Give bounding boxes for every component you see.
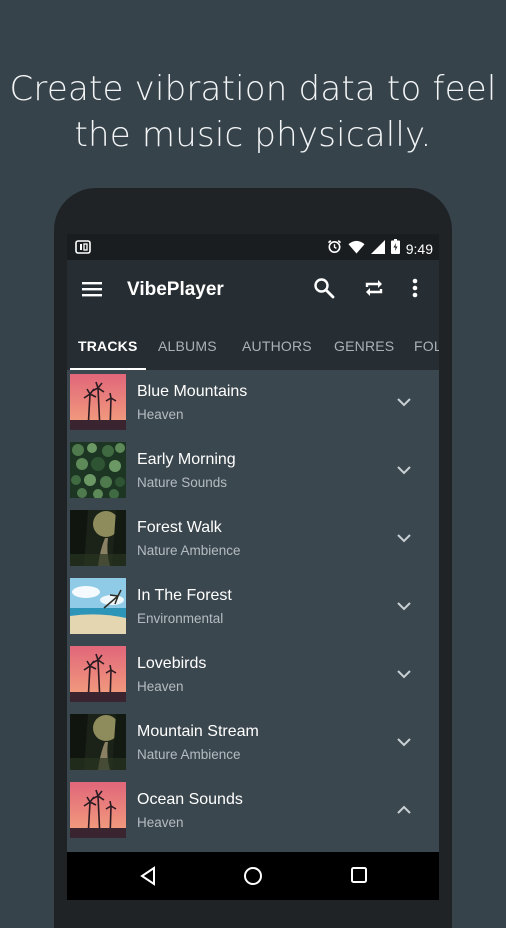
album-art xyxy=(70,646,126,702)
battery-icon xyxy=(390,239,400,259)
track-artist: Heaven xyxy=(137,815,184,830)
track-title: Blue Mountains xyxy=(137,383,248,400)
tab-bar: TRACKS ALBUMS AUTHORS GENRES FOL xyxy=(67,318,439,370)
track-title: Early Morning xyxy=(137,451,236,468)
recents-icon[interactable] xyxy=(350,866,368,889)
track-list: Blue Mountains Heaven Early Morning Natu… xyxy=(67,370,439,846)
app-bar: VibePlayer xyxy=(67,260,439,318)
home-icon[interactable] xyxy=(243,866,263,891)
track-row[interactable]: Ocean Sounds Heaven xyxy=(67,778,439,846)
chevron-down-icon[interactable] xyxy=(396,462,412,480)
track-artist: Nature Sounds xyxy=(137,475,228,490)
album-art xyxy=(70,782,126,838)
track-title: Ocean Sounds xyxy=(137,791,243,808)
tab-genres[interactable]: GENRES xyxy=(334,338,394,354)
album-art xyxy=(70,510,126,566)
chevron-down-icon[interactable] xyxy=(396,734,412,752)
chevron-down-icon[interactable] xyxy=(396,530,412,548)
notification-icon xyxy=(75,240,91,259)
search-icon[interactable] xyxy=(313,277,335,304)
tab-authors[interactable]: AUTHORS xyxy=(242,338,312,354)
signal-icon xyxy=(370,239,385,259)
alarm-icon xyxy=(327,239,342,259)
tab-tracks[interactable]: TRACKS xyxy=(78,338,138,354)
back-icon[interactable] xyxy=(139,866,157,891)
album-art xyxy=(70,714,126,770)
more-vert-icon[interactable] xyxy=(411,277,419,304)
headline-line-2: the music physically. xyxy=(74,115,432,155)
menu-icon[interactable] xyxy=(81,280,103,303)
system-nav-bar xyxy=(67,852,439,900)
track-row[interactable]: Forest Walk Nature Ambience xyxy=(67,506,439,574)
promo-headline: Create vibration data to feel the music … xyxy=(0,66,506,158)
track-row[interactable]: In The Forest Environmental xyxy=(67,574,439,642)
track-row[interactable]: Mountain Stream Nature Ambience xyxy=(67,710,439,778)
repeat-icon[interactable] xyxy=(363,277,385,304)
tab-albums[interactable]: ALBUMS xyxy=(158,338,217,354)
chevron-up-icon[interactable] xyxy=(396,802,412,820)
phone-screen: 9:49 VibePlayer TRACKS ALBUMS AUTHORS GE… xyxy=(67,234,439,900)
app-title: VibePlayer xyxy=(127,279,224,300)
chevron-down-icon[interactable] xyxy=(396,598,412,616)
chevron-down-icon[interactable] xyxy=(396,394,412,412)
status-bar: 9:49 xyxy=(67,234,439,260)
track-artist: Heaven xyxy=(137,679,184,694)
track-artist: Environmental xyxy=(137,611,224,626)
chevron-down-icon[interactable] xyxy=(396,666,412,684)
track-artist: Heaven xyxy=(137,407,184,422)
track-artist: Nature Ambience xyxy=(137,543,241,558)
status-time: 9:49 xyxy=(405,241,433,257)
track-title: In The Forest xyxy=(137,587,232,604)
track-row[interactable]: Lovebirds Heaven xyxy=(67,642,439,710)
album-art xyxy=(70,374,126,430)
track-title: Forest Walk xyxy=(137,519,222,536)
track-title: Lovebirds xyxy=(137,655,207,672)
album-art xyxy=(70,578,126,634)
wifi-icon xyxy=(348,240,365,259)
headline-line-1: Create vibration data to feel xyxy=(9,69,497,109)
track-title: Mountain Stream xyxy=(137,723,259,740)
track-artist: Nature Ambience xyxy=(137,747,241,762)
album-art xyxy=(70,442,126,498)
track-row[interactable]: Early Morning Nature Sounds xyxy=(67,438,439,506)
track-row[interactable]: Blue Mountains Heaven xyxy=(67,370,439,438)
tab-folders[interactable]: FOL xyxy=(414,338,439,354)
